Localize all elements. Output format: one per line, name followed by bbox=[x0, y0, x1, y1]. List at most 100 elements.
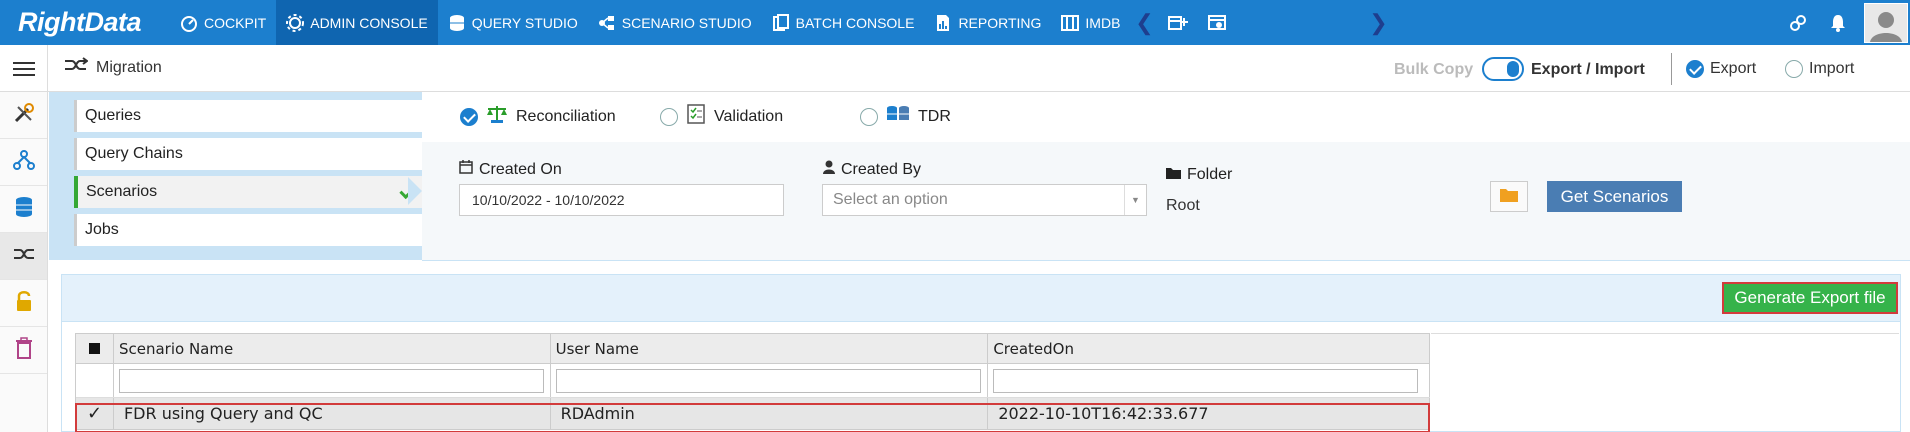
category-query-chains[interactable]: Query Chains bbox=[74, 138, 422, 170]
bulk-copy-label: Bulk Copy bbox=[1394, 61, 1474, 78]
migration-icon bbox=[64, 57, 89, 78]
chevron-down-icon: ▼ bbox=[1124, 185, 1146, 215]
reconciliation-radio[interactable] bbox=[460, 107, 478, 126]
rail-tools[interactable] bbox=[0, 92, 47, 139]
table-row[interactable]: ✓ FDR using Query and QC RDAdmin 2022-10… bbox=[76, 398, 1430, 430]
rail-network[interactable] bbox=[0, 139, 47, 186]
get-scenarios-button[interactable]: Get Scenarios bbox=[1547, 181, 1682, 212]
category-jobs[interactable]: Jobs bbox=[74, 214, 422, 246]
category-label: Jobs bbox=[85, 221, 119, 238]
category-panel: Queries Query Chains Scenarios Jobs bbox=[49, 92, 422, 260]
folder-label-text: Folder bbox=[1187, 166, 1233, 183]
nav-imdb[interactable]: IMDB bbox=[1051, 0, 1130, 45]
nav-admin-console[interactable]: ADMIN CONSOLE bbox=[276, 0, 438, 45]
migration-icon bbox=[13, 246, 35, 267]
scenario-name-filter-input[interactable] bbox=[118, 368, 544, 393]
scenario-grid-panel: Generate Export file Scenario Name User … bbox=[61, 274, 1901, 432]
rail-security[interactable] bbox=[0, 280, 47, 327]
row-checkbox[interactable]: ✓ bbox=[76, 398, 114, 429]
link-icon[interactable] bbox=[1778, 0, 1818, 45]
bell-icon[interactable] bbox=[1818, 0, 1858, 45]
folder-icon bbox=[1500, 187, 1518, 207]
filter-cell-created-on bbox=[988, 364, 1430, 397]
top-right-actions bbox=[1778, 0, 1910, 45]
hamburger-menu-icon[interactable] bbox=[0, 45, 48, 92]
toggle-knob bbox=[1507, 61, 1519, 77]
tdr-database-icon bbox=[886, 104, 910, 129]
database-icon bbox=[448, 14, 466, 32]
user-name-filter-input[interactable] bbox=[555, 368, 981, 393]
grid-empty-area bbox=[1431, 333, 1899, 431]
column-header-scenario-name[interactable]: Scenario Name bbox=[114, 334, 551, 363]
nav-scroll-right-icon[interactable]: ❯ bbox=[1364, 0, 1392, 45]
type-validation[interactable]: Validation bbox=[660, 104, 783, 129]
rail-migration[interactable] bbox=[0, 233, 47, 280]
rail-recycle[interactable] bbox=[0, 327, 47, 374]
scenario-type-selector: Reconciliation Validation TDR bbox=[422, 92, 1910, 142]
cell-scenario-name: FDR using Query and QC bbox=[114, 398, 551, 429]
category-label: Query Chains bbox=[85, 145, 183, 162]
export-radio[interactable]: Export bbox=[1686, 60, 1756, 78]
user-icon bbox=[823, 160, 835, 179]
select-all-checkbox[interactable] bbox=[76, 334, 114, 363]
import-radio-button[interactable] bbox=[1785, 60, 1803, 78]
nav-label: BATCH CONSOLE bbox=[795, 14, 915, 31]
table-add-icon[interactable] bbox=[1158, 0, 1198, 45]
export-radio-button[interactable] bbox=[1686, 60, 1704, 78]
scenario-table: Scenario Name User Name CreatedOn ✓ FDR … bbox=[75, 333, 1430, 430]
page-title-text: Migration bbox=[96, 58, 162, 76]
cell-created-on: 2022-10-10T16:42:33.677 bbox=[988, 398, 1430, 429]
category-scenarios[interactable]: Scenarios bbox=[74, 176, 422, 208]
gauge-icon bbox=[180, 14, 198, 32]
avatar[interactable] bbox=[1864, 2, 1908, 43]
folder-picker-button[interactable] bbox=[1490, 181, 1528, 212]
created-on-filter-input[interactable] bbox=[993, 368, 1419, 393]
select-all-indicator bbox=[88, 343, 100, 354]
generate-export-file-button[interactable]: Generate Export file bbox=[1722, 282, 1898, 314]
header-divider bbox=[1671, 53, 1672, 85]
nav-label: COCKPIT bbox=[204, 14, 267, 31]
type-tdr[interactable]: TDR bbox=[860, 104, 951, 129]
folder-value: Root bbox=[1166, 197, 1200, 214]
filter-cell-scenario-name bbox=[114, 364, 551, 397]
nav-scroll-left-icon[interactable]: ❮ bbox=[1130, 0, 1158, 45]
category-pointer bbox=[408, 177, 422, 205]
column-header-user-name[interactable]: User Name bbox=[551, 334, 989, 363]
nav-reporting[interactable]: REPORTING bbox=[924, 0, 1051, 45]
nav-query-studio[interactable]: QUERY STUDIO bbox=[438, 0, 588, 45]
column-header-created-on[interactable]: CreatedOn bbox=[988, 334, 1430, 363]
created-on-daterange-input[interactable]: 10/10/2022 - 10/10/2022 bbox=[459, 184, 784, 216]
import-radio-label: Import bbox=[1809, 60, 1855, 77]
filter-cell-user-name bbox=[551, 364, 989, 397]
category-queries[interactable]: Queries bbox=[74, 100, 422, 132]
unlock-icon bbox=[15, 290, 33, 317]
validation-radio[interactable] bbox=[660, 107, 678, 126]
cell-user-name: RDAdmin bbox=[551, 398, 989, 429]
report-icon bbox=[934, 14, 952, 32]
tdr-radio[interactable] bbox=[860, 107, 878, 126]
import-radio[interactable]: Import bbox=[1785, 60, 1854, 78]
validation-label: Validation bbox=[714, 107, 784, 125]
gear-icon bbox=[286, 13, 305, 32]
nav-label: SCENARIO STUDIO bbox=[621, 14, 752, 31]
grid-toolbar: Generate Export file bbox=[62, 275, 1900, 322]
created-by-select[interactable]: Select an option ▼ bbox=[822, 184, 1147, 216]
nav-label: REPORTING bbox=[958, 14, 1042, 31]
nav-cockpit[interactable]: COCKPIT bbox=[170, 0, 276, 45]
nav-scenario-studio[interactable]: SCENARIO STUDIO bbox=[588, 0, 762, 45]
app-logo[interactable]: RightData bbox=[0, 0, 170, 45]
nav-label: QUERY STUDIO bbox=[471, 14, 578, 31]
bulk-copy-toggle[interactable] bbox=[1482, 57, 1524, 81]
database-stack-icon bbox=[14, 196, 34, 223]
nav-batch-console[interactable]: BATCH CONSOLE bbox=[762, 0, 925, 45]
rail-database[interactable] bbox=[0, 186, 47, 233]
type-reconciliation[interactable]: Reconciliation bbox=[460, 104, 616, 129]
page-title: Migration bbox=[64, 57, 162, 78]
table-header-row: Scenario Name User Name CreatedOn bbox=[76, 333, 1430, 364]
window-gear-icon[interactable] bbox=[1198, 0, 1238, 45]
tools-icon bbox=[13, 102, 35, 129]
table-filter-row bbox=[76, 364, 1430, 398]
left-icon-rail bbox=[0, 92, 48, 432]
export-import-label: Export / Import bbox=[1531, 61, 1645, 78]
section-divider bbox=[422, 260, 1910, 261]
